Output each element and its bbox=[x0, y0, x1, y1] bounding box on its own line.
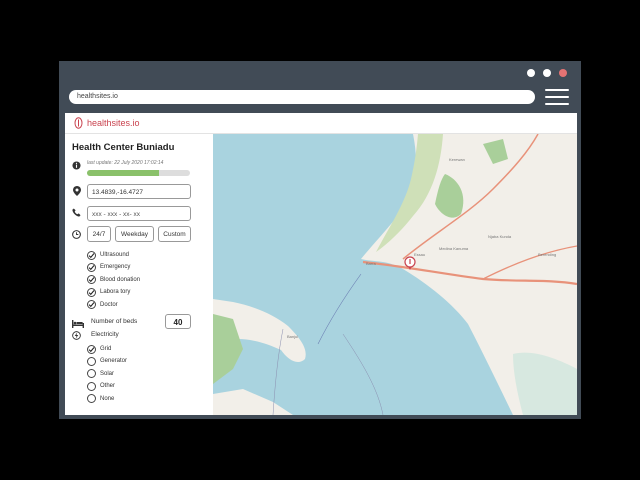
window-dot-1[interactable] bbox=[527, 69, 535, 77]
electricity-option-label: Solar bbox=[100, 370, 115, 377]
checked-checkbox-icon[interactable] bbox=[87, 275, 96, 285]
electricity-option-label: None bbox=[100, 395, 115, 402]
map-label-njaba-kunda: Njaba Kunda bbox=[488, 234, 512, 239]
checked-checkbox-icon[interactable] bbox=[87, 300, 96, 310]
healthsites-logo-icon bbox=[74, 117, 83, 129]
electricity-option[interactable]: None bbox=[87, 394, 114, 404]
checked-checkbox-icon[interactable] bbox=[87, 250, 96, 260]
electricity-label: Electricity bbox=[91, 331, 119, 338]
window-dot-close[interactable] bbox=[559, 69, 567, 77]
browser-window: healthsites.io healthsites.io Health Cen… bbox=[59, 61, 581, 419]
clock-icon bbox=[72, 230, 81, 239]
services-option-label: Labora tory bbox=[100, 289, 131, 296]
facility-panel: Health Center Buniadu last update: 22 Ju… bbox=[65, 134, 213, 415]
unchecked-checkbox-icon[interactable] bbox=[87, 369, 96, 379]
map-canvas[interactable] bbox=[213, 133, 577, 415]
map-label-banjul: Banjul bbox=[287, 334, 299, 339]
last-update-text: last update: 22 July 2020 17:02:14 bbox=[87, 160, 164, 166]
services-option[interactable]: Labora tory bbox=[87, 287, 130, 297]
services-option-label: Ultrasound bbox=[100, 252, 130, 258]
hours-24-7-button[interactable]: 24/7 bbox=[87, 226, 111, 242]
hours-custom-button[interactable]: Custom bbox=[158, 226, 191, 242]
window-dot-2[interactable] bbox=[543, 69, 551, 77]
services-option-label: Blood donation bbox=[100, 276, 141, 283]
phone-field[interactable]: xxx - xxx - xx- xx bbox=[87, 206, 191, 221]
services-option-label: Emergency bbox=[100, 264, 131, 271]
unchecked-checkbox-icon[interactable] bbox=[87, 394, 96, 404]
site-logo[interactable]: healthsites.io bbox=[74, 117, 140, 129]
unchecked-checkbox-icon[interactable] bbox=[87, 381, 96, 391]
web-page: healthsites.io Health Center Buniadu las… bbox=[65, 113, 577, 415]
services-option[interactable]: Emergency bbox=[87, 262, 130, 272]
coordinates-field[interactable]: 13.4839,-16.4727 bbox=[87, 184, 191, 199]
map-label-kerewan: Kerewan bbox=[449, 157, 465, 162]
completeness-bar bbox=[87, 170, 190, 176]
electricity-option[interactable]: Solar bbox=[87, 369, 114, 379]
electricity-option[interactable]: Other bbox=[87, 381, 115, 391]
phone-icon bbox=[72, 208, 81, 217]
unchecked-checkbox-icon[interactable] bbox=[87, 356, 96, 366]
map-label-berending: Berending bbox=[538, 252, 557, 257]
electricity-option[interactable]: Generator bbox=[87, 356, 127, 366]
completeness-bar-fill bbox=[87, 170, 160, 176]
location-pin-icon bbox=[72, 185, 81, 196]
services-option-label: Doctor bbox=[100, 301, 118, 308]
site-header: healthsites.io bbox=[65, 113, 577, 134]
beds-label: Number of beds bbox=[91, 318, 138, 325]
map-view[interactable]: Barra Banjul Essau Medina Kanuma Kerewan… bbox=[213, 133, 577, 415]
checked-checkbox-icon[interactable] bbox=[87, 262, 96, 272]
info-icon bbox=[72, 161, 81, 170]
bed-icon bbox=[72, 319, 84, 328]
logo-text: healthsites.io bbox=[87, 118, 140, 128]
map-label-medina-kanuma: Medina Kanuma bbox=[439, 246, 469, 251]
checked-checkbox-icon[interactable] bbox=[87, 344, 96, 354]
address-bar[interactable]: healthsites.io bbox=[69, 90, 535, 104]
electricity-option-label: Generator bbox=[100, 358, 128, 365]
electricity-option[interactable]: Grid bbox=[87, 344, 111, 354]
electricity-option-label: Grid bbox=[100, 346, 112, 352]
services-option[interactable]: Doctor bbox=[87, 300, 118, 310]
beds-input[interactable]: 40 bbox=[165, 314, 191, 329]
window-controls bbox=[527, 69, 567, 77]
electricity-bolt-icon bbox=[72, 331, 81, 340]
hours-weekday-button[interactable]: Weekday bbox=[115, 226, 154, 242]
services-option[interactable]: Blood donation bbox=[87, 275, 140, 285]
facility-name: Health Center Buniadu bbox=[72, 142, 175, 153]
services-option[interactable]: Ultrasound bbox=[87, 250, 129, 260]
hamburger-menu-icon[interactable] bbox=[545, 89, 569, 105]
checked-checkbox-icon[interactable] bbox=[87, 287, 96, 297]
electricity-option-label: Other bbox=[100, 383, 116, 390]
map-label-barra: Barra bbox=[366, 261, 376, 266]
map-label-essau: Essau bbox=[414, 252, 426, 257]
